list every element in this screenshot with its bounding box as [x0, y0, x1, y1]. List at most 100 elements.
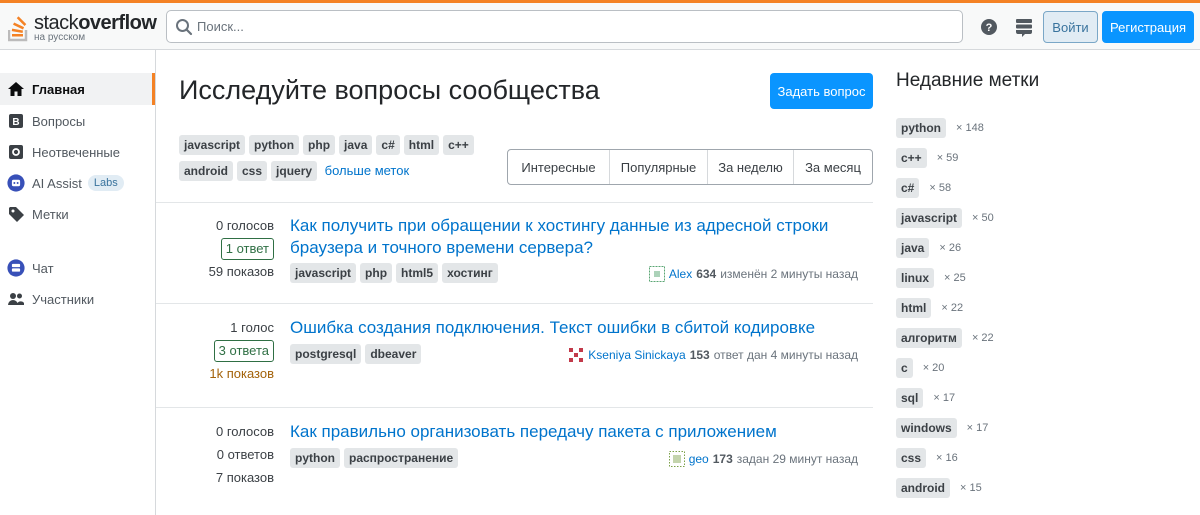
tab-week[interactable]: За неделю	[708, 150, 794, 184]
tag-distribution[interactable]: распространение	[344, 448, 459, 468]
login-button[interactable]: Войти	[1043, 11, 1098, 43]
question-tags: python распространение	[290, 448, 462, 468]
user-name-link[interactable]: Alex	[669, 267, 692, 281]
recent-tag-item: c++ × 59	[896, 148, 958, 168]
user-avatar[interactable]	[668, 451, 685, 467]
tag-dbeaver[interactable]: dbeaver	[365, 344, 422, 364]
recent-tag-windows[interactable]: windows	[896, 418, 957, 438]
recent-tag-csharp[interactable]: c#	[896, 178, 920, 198]
tab-interesting[interactable]: Интересные	[508, 150, 610, 184]
recent-tag-count: × 58	[929, 182, 952, 194]
tag-csharp[interactable]: c#	[376, 135, 400, 155]
tab-popular[interactable]: Популярные	[610, 150, 708, 184]
question-stats: 0 голосов 0 ответов 7 показов	[156, 420, 274, 489]
stackexchange-icon[interactable]	[1013, 16, 1035, 38]
recent-tag-count: × 50	[972, 212, 994, 224]
recent-tag-java[interactable]: java	[896, 238, 930, 258]
recent-tag-algorithm[interactable]: алгоритм	[896, 328, 962, 348]
question-title-link[interactable]: Ошибка создания подключения. Текст ошибк…	[290, 317, 850, 339]
recent-tag-sql[interactable]: sql	[896, 388, 924, 408]
recent-tag-item: c × 20	[896, 358, 944, 378]
left-sidebar: Главная В Вопросы Неотвеченные AI Assist…	[0, 50, 156, 515]
recent-tag-count: × 25	[944, 272, 966, 284]
user-avatar[interactable]	[648, 266, 665, 282]
search-box[interactable]	[166, 10, 963, 43]
nav-item-users[interactable]: Участники	[0, 283, 155, 315]
signup-button[interactable]: Регистрация	[1102, 11, 1194, 43]
tag-javascript[interactable]: javascript	[290, 263, 357, 283]
recent-tag-html[interactable]: html	[896, 298, 932, 318]
recent-tag-count: × 22	[941, 302, 964, 314]
recent-tag-count: × 148	[956, 122, 984, 134]
tab-month[interactable]: За месяц	[794, 150, 872, 184]
recent-tag-cpp[interactable]: c++	[896, 148, 927, 168]
question-title-link[interactable]: Как правильно организовать передачу паке…	[290, 421, 850, 443]
recent-tag-linux[interactable]: linux	[896, 268, 935, 288]
recent-tag-item: javascript × 50	[896, 208, 994, 228]
tag-php[interactable]: php	[303, 135, 336, 155]
top-bar: stackoverflow на русском ? Войти Регистр…	[0, 0, 1200, 50]
more-tags-link[interactable]: больше меток	[325, 163, 409, 178]
logo-word-stack: stack	[34, 12, 79, 34]
nav-label-ai-assist: AI Assist	[32, 175, 82, 191]
recent-tag-android[interactable]: android	[896, 478, 950, 498]
help-icon[interactable]: ?	[978, 16, 1000, 38]
search-input[interactable]	[197, 16, 937, 36]
site-logo[interactable]: stackoverflow на русском	[8, 8, 158, 48]
view-count: 1k показов	[209, 366, 274, 381]
user-avatar[interactable]	[568, 347, 585, 363]
question-summary: 1 голос 3 ответа 1k показов Ошибка созда…	[156, 303, 873, 407]
recent-tag-count: × 16	[936, 452, 958, 464]
recent-tags-title: Недавние метки	[896, 70, 1040, 91]
recent-tag-item: html × 22	[896, 298, 963, 318]
question-title-link[interactable]: Как получить при обращении к хостингу да…	[290, 215, 850, 259]
tag-cpp[interactable]: c++	[443, 135, 474, 155]
recent-tag-item: java × 26	[896, 238, 961, 258]
svg-text:В: В	[12, 117, 19, 128]
vote-count: 0 голосов	[216, 424, 274, 439]
recent-tag-python[interactable]: python	[896, 118, 946, 138]
recent-tag-count: × 17	[966, 422, 989, 434]
tag-java[interactable]: java	[339, 135, 373, 155]
tag-hosting[interactable]: хостинг	[442, 263, 498, 283]
recent-tag-item: css × 16	[896, 448, 958, 468]
tag-php[interactable]: php	[360, 263, 393, 283]
tag-javascript[interactable]: javascript	[179, 135, 246, 155]
question-tags: javascript php html5 хостинг	[290, 263, 502, 283]
tag-python[interactable]: python	[290, 448, 340, 468]
logo-subtitle: на русском	[34, 32, 86, 43]
nav-item-chat[interactable]: Чат	[0, 252, 155, 284]
stack-logo-icon	[8, 16, 28, 42]
nav-label-chat: Чат	[32, 260, 54, 276]
question-stats: 0 голосов 1 ответ 59 показов	[156, 214, 274, 283]
question-action-time[interactable]: изменён 2 минуты назад	[720, 267, 858, 281]
ai-assist-icon	[7, 174, 25, 192]
tag-android[interactable]: android	[179, 161, 233, 181]
ask-question-button[interactable]: Задать вопрос	[770, 73, 873, 109]
nav-item-tags[interactable]: Метки	[0, 198, 155, 230]
tag-postgresql[interactable]: postgresql	[290, 344, 362, 364]
tag-python[interactable]: python	[249, 135, 300, 155]
nav-item-ai-assist[interactable]: AI Assist Labs	[0, 167, 155, 199]
tag-html[interactable]: html	[403, 135, 440, 155]
recent-tag-count: × 20	[922, 362, 945, 374]
user-name-link[interactable]: geo	[689, 452, 709, 466]
question-user-card: geo 173 задан 29 минут назад	[668, 451, 858, 467]
question-action-time[interactable]: ответ дан 4 минуты назад	[714, 348, 858, 362]
nav-item-home[interactable]: Главная	[0, 73, 155, 105]
nav-item-questions[interactable]: В Вопросы	[0, 105, 155, 137]
tag-html5[interactable]: html5	[396, 263, 439, 283]
user-name-link[interactable]: Kseniya Sinickaya	[588, 348, 685, 362]
question-action-time[interactable]: задан 29 минут назад	[737, 452, 858, 466]
user-reputation: 173	[712, 452, 733, 466]
recent-tag-css[interactable]: css	[896, 448, 927, 468]
tag-css[interactable]: css	[237, 161, 268, 181]
question-stats: 1 голос 3 ответа 1k показов	[156, 316, 274, 385]
nav-item-unanswered[interactable]: Неотвеченные	[0, 136, 155, 168]
recent-tag-javascript[interactable]: javascript	[896, 208, 963, 228]
recent-tag-count: × 26	[939, 242, 962, 254]
answer-count: 3 ответа	[213, 340, 274, 362]
nav-label-unanswered: Неотвеченные	[32, 144, 121, 160]
recent-tag-c[interactable]: c	[896, 358, 913, 378]
tag-jquery[interactable]: jquery	[271, 161, 318, 181]
